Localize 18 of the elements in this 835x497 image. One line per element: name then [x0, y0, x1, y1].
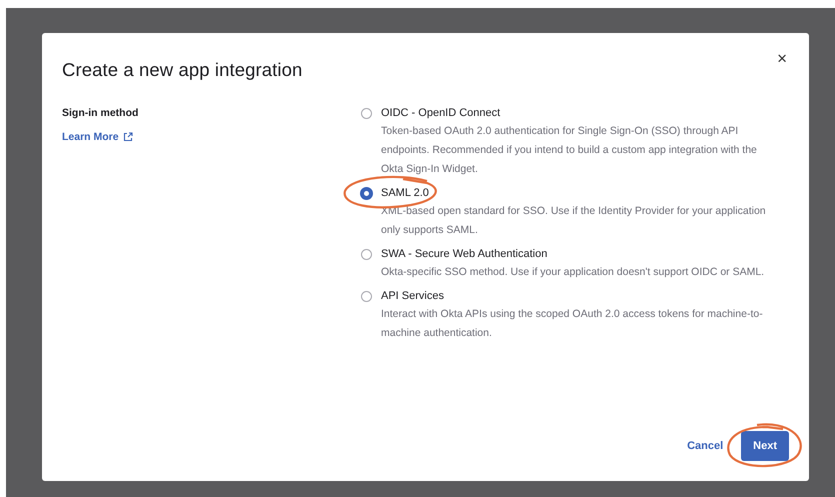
- option-label[interactable]: API Services: [381, 290, 767, 302]
- option-description: Okta-specific SSO method. Use if your application doesn't support OIDC or SAML.: [381, 265, 766, 280]
- option-label[interactable]: SWA - Secure Web Authentication: [381, 248, 767, 260]
- external-link-icon: [122, 132, 133, 142]
- close-button[interactable]: ×: [773, 47, 791, 71]
- option-label[interactable]: SAML 2.0: [381, 187, 767, 199]
- learn-more-link[interactable]: Learn More: [62, 131, 133, 143]
- radio-button[interactable]: [360, 108, 372, 118]
- cancel-button[interactable]: Cancel: [687, 431, 724, 461]
- option-label[interactable]: OIDC - OpenID Connect: [381, 107, 767, 119]
- option-description: Token-based OAuth 2.0 authentication for Single Sign-On (SSO) through API endpoints. Recommended if you intend to build a custom app integration with the Okta Sign-In Widget.: [381, 124, 758, 177]
- radio-button[interactable]: [360, 188, 372, 198]
- dialog-title: Create a new app integration: [62, 59, 304, 81]
- next-button[interactable]: Next: [741, 431, 789, 461]
- option-description: Interact with Okta APIs using the scoped OAuth 2.0 access tokens for machine-to-machine authentication.: [381, 307, 764, 341]
- radio-button[interactable]: [360, 248, 372, 260]
- radio-button[interactable]: [360, 290, 372, 302]
- field-label: Sign-in method: [62, 107, 138, 119]
